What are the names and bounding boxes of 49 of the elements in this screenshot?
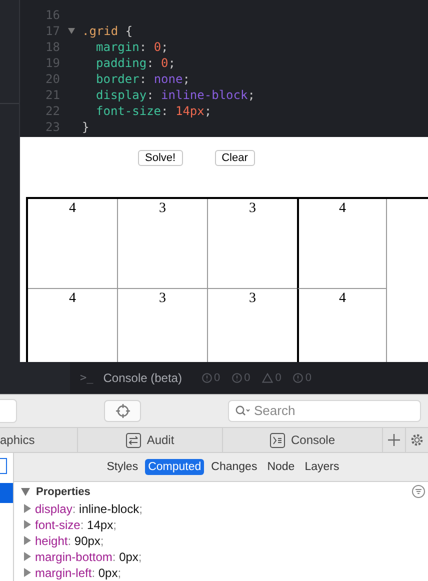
target-button[interactable] — [104, 400, 141, 422]
property-line: margin-left: 0px; — [35, 566, 122, 580]
info-circle-icon — [232, 372, 242, 383]
preview-button[interactable]: Solve! — [138, 150, 183, 166]
sidebar-tab[interactable]: Layers — [302, 458, 342, 475]
counter-value: 0 — [244, 372, 250, 384]
code-line: border: none; — [95, 71, 190, 87]
grid-cell: 3 — [208, 199, 298, 289]
property-line: display: inline-block; — [35, 502, 142, 516]
grid-cell: 4 — [28, 199, 118, 289]
counter-value: 0 — [275, 372, 282, 384]
disclosure-triangle-icon[interactable] — [21, 488, 30, 496]
code-line: margin: 0; — [95, 39, 168, 55]
selection-outline — [0, 458, 7, 474]
code-line: font-size: 14px; — [95, 103, 212, 119]
prompt-glyph: >_ — [80, 371, 94, 384]
search-icon — [235, 404, 251, 417]
sidebar-tab[interactable]: Styles — [104, 458, 142, 475]
grid-cell: 4 — [297, 199, 387, 289]
selected-row-strip[interactable] — [0, 482, 13, 503]
code-line: } — [82, 119, 90, 135]
info-circle-icon — [293, 372, 304, 383]
property-line: height: 90px; — [35, 534, 104, 548]
property-line: margin-bottom: 0px; — [35, 550, 142, 564]
swap-arrows-icon — [126, 432, 141, 448]
sidebar-tab[interactable]: Computed — [145, 458, 204, 475]
filter-icon[interactable] — [412, 485, 425, 498]
grid-cell: 3 — [118, 199, 208, 289]
code-line: padding: 0; — [95, 55, 176, 71]
counter-value: 0 — [305, 372, 312, 384]
info-circle-icon — [202, 372, 212, 383]
fold-arrow-icon[interactable] — [68, 28, 74, 34]
settings-icon — [410, 433, 424, 448]
search-field[interactable]: Search — [228, 400, 421, 422]
property-line: font-size: 14px; — [35, 518, 116, 532]
console-label[interactable]: Console (beta) — [103, 370, 182, 385]
plus-icon — [388, 434, 400, 446]
panel-tab[interactable]: aphics — [0, 428, 78, 452]
preview-button[interactable]: Clear — [214, 150, 255, 166]
code-line: .grid { — [82, 23, 133, 39]
counter-value: 0 — [214, 372, 220, 384]
toolbar-field[interactable] — [0, 398, 17, 423]
crosshair-icon — [114, 402, 130, 419]
code-line: display: inline-block; — [95, 87, 255, 103]
sidebar-tab[interactable]: Changes — [208, 458, 260, 475]
sidebar-tab[interactable]: Node — [264, 458, 298, 475]
section-title: Properties — [36, 486, 90, 498]
warning-icon — [262, 372, 274, 383]
console-icon — [270, 432, 285, 448]
